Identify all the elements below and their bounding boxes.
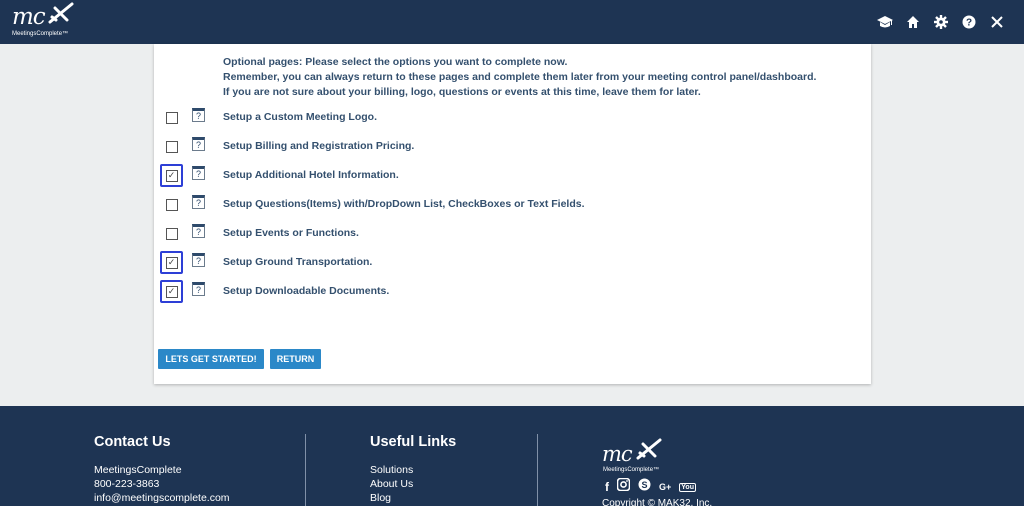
home-icon[interactable] [904,12,922,32]
optional-pages-card: Optional pages: Please select the option… [154,44,871,384]
help-icon[interactable]: ? [192,108,205,122]
facebook-icon[interactable]: f [605,480,609,494]
option-row: ✓? Setup Additional Hotel Information. [154,164,854,187]
option-checkbox[interactable]: ✓ [165,169,178,182]
instagram-icon[interactable] [616,477,631,496]
top-bar: mc MeetingsComplete™ ? [0,0,1024,44]
option-checkbox[interactable] [165,198,178,211]
copyright: Copyright © MAK32, Inc. [602,498,713,506]
svg-text:S: S [641,480,647,490]
option-checkbox-wrapper [160,135,183,158]
option-label[interactable]: Setup Additional Hotel Information. [223,169,399,181]
option-checkbox[interactable]: ✓ [165,256,178,269]
option-label[interactable]: Setup Ground Transportation. [223,256,372,268]
option-checkbox-wrapper: ✓ [160,164,183,187]
google-plus-icon[interactable]: G+ [659,482,671,492]
lets-get-started-button[interactable]: LETS GET STARTED! [158,349,264,369]
option-checkbox[interactable] [165,111,178,124]
help-icon[interactable]: ? [192,195,205,209]
logo[interactable]: mc MeetingsComplete™ [12,2,82,42]
footer-logo-mark: mc [602,442,633,466]
help-icon[interactable]: ? [192,137,205,151]
skype-icon[interactable]: S [638,478,651,496]
svg-text:?: ? [966,18,972,29]
social-links: f S G+ You [605,477,696,496]
footer-link-blog[interactable]: Blog [370,492,391,504]
intro-line: If you are not sure about your billing, … [223,86,701,98]
contact-email[interactable]: info@meetingscomplete.com [94,492,230,504]
option-checkbox-wrapper [160,193,183,216]
airplane-icon [636,438,662,460]
option-label[interactable]: Setup Questions(Items) with/DropDown Lis… [223,198,585,210]
logo-mark: mc [12,4,46,30]
option-row: ? Setup a Custom Meeting Logo. [154,106,854,128]
option-checkbox[interactable]: ✓ [165,285,178,298]
close-icon[interactable] [988,12,1006,32]
footer-logo-subtitle: MeetingsComplete™ [603,467,660,473]
help-icon[interactable]: ? [192,282,205,296]
graduation-cap-icon[interactable] [876,12,894,32]
contact-phone[interactable]: 800-223-3863 [94,478,159,490]
option-checkbox-wrapper: ✓ [160,280,183,303]
intro-text: Optional pages: Please select the option… [223,55,816,100]
option-row: ? Setup Events or Functions. [154,222,854,244]
intro-line: Remember, you can always return to these… [223,71,817,83]
airplane-icon [48,2,74,24]
help-icon[interactable]: ? [192,166,205,180]
option-row: ✓? Setup Downloadable Documents. [154,280,854,303]
help-icon[interactable]: ? [192,224,205,238]
contact-name: MeetingsComplete [94,464,182,476]
option-label[interactable]: Setup Billing and Registration Pricing. [223,140,414,152]
footer-link-solutions[interactable]: Solutions [370,464,413,476]
links-heading: Useful Links [370,434,457,450]
option-label[interactable]: Setup Events or Functions. [223,227,359,239]
footer-divider [305,434,306,506]
option-checkbox-wrapper: ✓ [160,251,183,274]
footer-logo: mc MeetingsComplete™ [602,436,672,476]
footer-divider [537,434,538,506]
gear-icon[interactable] [932,12,950,32]
intro-line: Optional pages: Please select the option… [223,56,568,68]
option-row: ? Setup Billing and Registration Pricing. [154,135,854,157]
youtube-icon[interactable]: You [679,482,696,492]
option-checkbox-wrapper [160,222,183,245]
option-checkbox[interactable] [165,140,178,153]
option-row: ? Setup Questions(Items) with/DropDown Li… [154,193,854,215]
option-checkbox[interactable] [165,227,178,240]
option-checkbox-wrapper [160,106,183,129]
help-icon[interactable]: ? [960,12,978,32]
option-label[interactable]: Setup Downloadable Documents. [223,285,389,297]
footer: Contact Us MeetingsComplete 800-223-3863… [0,406,1024,506]
contact-heading: Contact Us [94,434,171,450]
help-icon[interactable]: ? [192,253,205,267]
option-label[interactable]: Setup a Custom Meeting Logo. [223,111,377,123]
option-row: ✓? Setup Ground Transportation. [154,251,854,274]
footer-link-about-us[interactable]: About Us [370,478,413,490]
return-button[interactable]: RETURN [270,349,321,369]
logo-subtitle: MeetingsComplete™ [12,31,69,37]
